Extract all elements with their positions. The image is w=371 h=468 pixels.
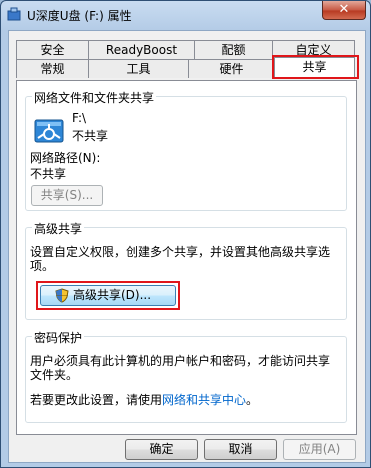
drive-share-status: 不共享 (72, 129, 109, 143)
network-sharing-title: 网络文件和文件夹共享 (32, 89, 157, 106)
tab-quota[interactable]: 配额 (194, 40, 273, 59)
advanced-sharing-title: 高级共享 (32, 220, 85, 237)
password-protection-title: 密码保护 (32, 329, 85, 346)
sharing-panel: 网络文件和文件夹共享 F:\ 不共享 网络路径(N): 不共享 共享(S)...… (16, 80, 357, 435)
tab-general[interactable]: 常规 (16, 59, 89, 78)
password-change-prefix: 若要更改此设置，请使用 (30, 393, 163, 407)
network-sharing-center-link[interactable]: 网络和共享中心 (162, 393, 246, 407)
tab-security[interactable]: 安全 (16, 40, 89, 59)
password-change-suffix: 。 (246, 393, 259, 407)
tab-tools[interactable]: 工具 (88, 59, 189, 78)
network-path-label: 网络路径(N): (30, 151, 101, 165)
network-sharing-group: 网络文件和文件夹共享 F:\ 不共享 网络路径(N): 不共享 共享(S)... (25, 89, 347, 211)
dialog-body: 安全 ReadyBoost 配额 自定义 常规 工具 硬件 共享 网络文件和文件… (8, 30, 366, 463)
advanced-sharing-desc-1: 设置自定义权限，创建多个共享，并设置其他高级共享选 (30, 245, 331, 259)
password-change-sentence: 若要更改此设置，请使用网络和共享中心。 (30, 391, 258, 408)
tab-readyboost[interactable]: ReadyBoost (88, 40, 195, 59)
tab-sharing-highlight (272, 55, 359, 79)
window-title: U深度U盘 (F:) 属性 (27, 9, 132, 23)
apply-button[interactable]: 应用(A) (283, 439, 356, 460)
usb-drive-icon (7, 7, 21, 21)
advanced-sharing-highlight (36, 281, 180, 310)
ok-button[interactable]: 确定 (125, 439, 198, 460)
network-drive-icon (34, 119, 64, 143)
tab-hardware[interactable]: 硬件 (188, 59, 275, 78)
cancel-button[interactable]: 取消 (204, 439, 277, 460)
properties-window: U深度U盘 (F:) 属性 ✕ 安全 ReadyBoost 配额 自定义 常规 … (0, 0, 371, 468)
network-path-value: 不共享 (30, 167, 67, 181)
advanced-sharing-group: 高级共享 设置自定义权限，创建多个共享，并设置其他高级共享选 项。 高级共享(D… (25, 220, 347, 320)
share-button[interactable]: 共享(S)... (31, 185, 103, 206)
password-protection-group: 密码保护 用户必须具有此计算机的用户帐户和密码，才能访问共享 文件夹。 若要更改… (25, 329, 347, 423)
advanced-sharing-desc-2: 项。 (30, 259, 55, 273)
password-protection-desc-2: 文件夹。 (30, 368, 79, 382)
drive-name: F:\ (72, 111, 87, 125)
close-button[interactable]: ✕ (322, 1, 366, 20)
title-bar[interactable]: U深度U盘 (F:) 属性 ✕ (1, 1, 370, 29)
